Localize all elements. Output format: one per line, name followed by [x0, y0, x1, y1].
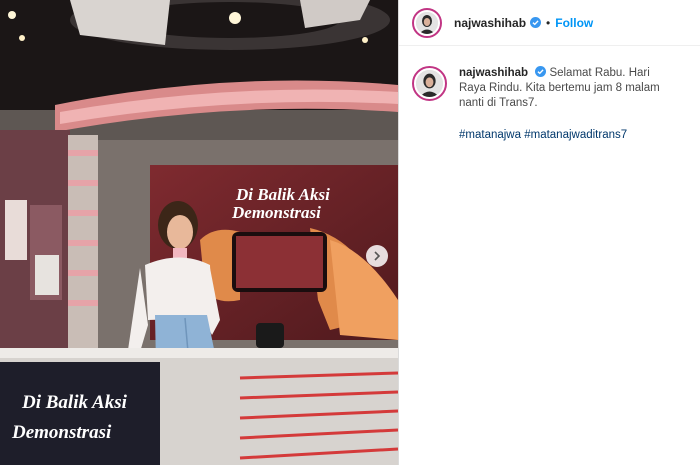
verified-badge-icon [535, 66, 547, 77]
caption-avatar-portrait [416, 70, 443, 97]
post-sidebar: najwashihab • Follow najwashihab Selamat… [398, 0, 700, 465]
post-photo[interactable]: Di Balik Aksi Demonstrasi Di Balik Aksi … [0, 0, 398, 465]
hashtag-link[interactable]: #matanajwa [459, 129, 521, 141]
caption-row: najwashihab Selamat Rabu. Hari Raya Rind… [399, 46, 700, 143]
post-header: najwashihab • Follow [399, 0, 700, 46]
screen-title-line2: Demonstrasi [231, 203, 321, 222]
chevron-right-icon [374, 251, 381, 261]
post-username[interactable]: najwashihab [454, 16, 526, 30]
verified-badge-icon [530, 17, 542, 28]
desk-title-line1: Di Balik Aksi [21, 392, 128, 413]
studio-scene: Di Balik Aksi Demonstrasi Di Balik Aksi … [0, 0, 398, 465]
instagram-post: Di Balik Aksi Demonstrasi Di Balik Aksi … [0, 0, 700, 465]
hashtag-list: #matanajwa #matanajwaditrans7 [459, 128, 679, 143]
caption-avatar[interactable] [412, 66, 447, 101]
follow-button[interactable]: Follow [555, 16, 593, 30]
next-photo-button[interactable] [366, 245, 388, 267]
hashtag-link[interactable]: #matanajwaditrans7 [524, 129, 627, 141]
avatar-portrait [416, 11, 438, 34]
separator-dot: • [546, 15, 551, 30]
avatar[interactable] [412, 7, 442, 38]
desk-title-line2: Demonstrasi [11, 422, 112, 443]
screen-title-line1: Di Balik Aksi [235, 185, 330, 204]
caption-username[interactable]: najwashihab [459, 67, 528, 79]
caption-text: najwashihab Selamat Rabu. Hari Raya Rind… [459, 66, 679, 143]
